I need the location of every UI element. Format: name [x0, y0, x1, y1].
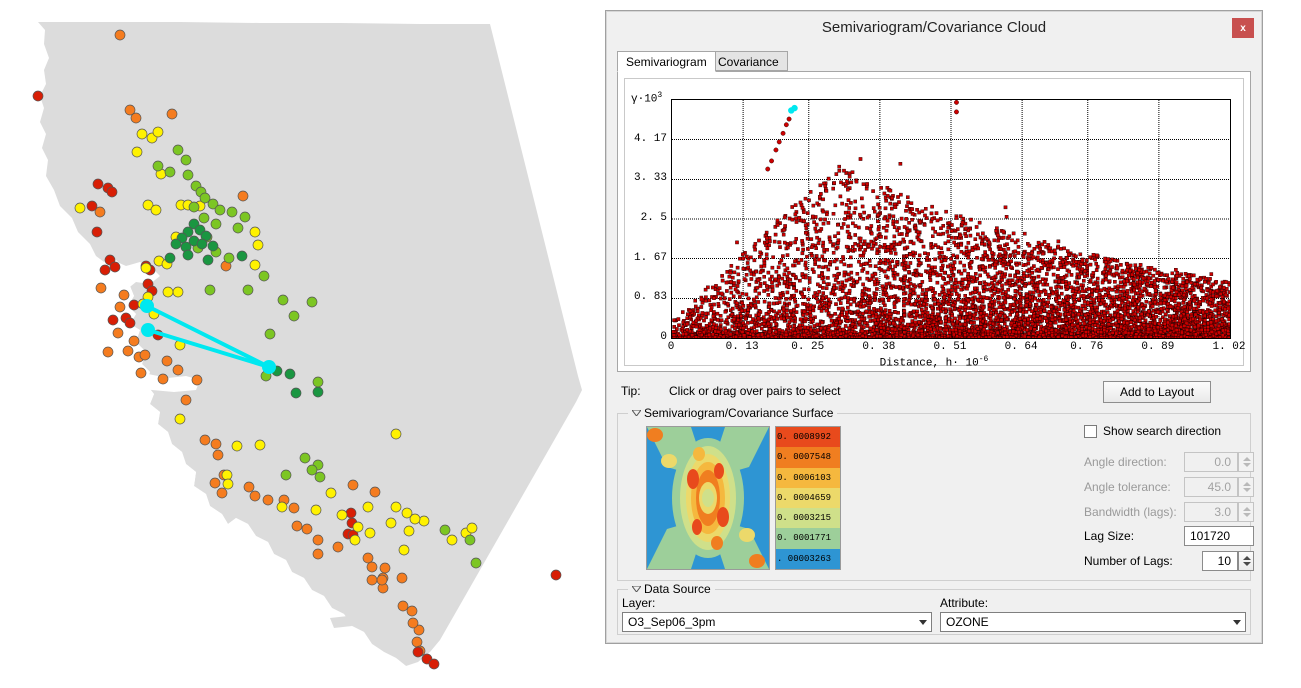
angle-direction-row: Angle direction: 0.0	[1084, 452, 1256, 472]
lag-size-row[interactable]: Lag Size: 101720	[1084, 526, 1256, 546]
lag-size-input[interactable]: 101720	[1184, 526, 1254, 546]
semivariogram-surface-image[interactable]	[646, 426, 770, 570]
legend-row: 0. 0007548	[776, 447, 840, 468]
tip-message: Click or drag over pairs to select	[669, 384, 841, 398]
attribute-select[interactable]: OZONE	[940, 612, 1246, 632]
bandwidth-row: Bandwidth (lags): 3.0	[1084, 502, 1256, 522]
surface-raster	[647, 427, 769, 569]
tab-semivariogram[interactable]: Semivariogram	[617, 51, 716, 72]
dialog-title: Semivariogram/Covariance Cloud	[821, 19, 1047, 36]
surface-group-label: Semivariogram/Covariance Surface	[644, 406, 834, 420]
dialog-titlebar: Semivariogram/Covariance Cloud x	[606, 11, 1262, 45]
bandwidth-field: 3.0	[1184, 502, 1238, 522]
tab-container: Semivariogram Covariance γ·103 0 0. 83 1. …	[617, 51, 1251, 373]
bandwidth-label: Bandwidth (lags):	[1084, 505, 1177, 519]
y-tick-label: 2. 5	[640, 212, 667, 224]
surface-group-title[interactable]: Semivariogram/Covariance Surface	[628, 405, 838, 420]
y-tick-label: 1. 67	[633, 251, 667, 264]
tip-label: Tip:	[621, 384, 641, 398]
tab-panel-semivariogram: γ·103 0 0. 83 1. 67 2. 5 3. 33 4. 17 0 0. 13 0.…	[617, 71, 1251, 372]
legend-row: 0. 0008992	[776, 427, 840, 448]
collapse-triangle-icon[interactable]	[631, 581, 642, 593]
layer-select-value: O3_Sep06_3pm	[628, 615, 716, 629]
chevron-down-icon[interactable]	[919, 620, 927, 625]
show-search-direction-row[interactable]: Show search direction	[1084, 424, 1221, 438]
semivariogram-scatter-plot[interactable]	[671, 99, 1231, 339]
legend-row: 0. 0003215	[776, 508, 840, 529]
island-4	[330, 616, 352, 628]
angle-tolerance-label: Angle tolerance:	[1084, 480, 1171, 494]
layer-label: Layer:	[622, 596, 656, 610]
x-tick-label: 0. 89	[1141, 341, 1175, 353]
legend-row: 0. 0004659	[776, 487, 840, 509]
x-axis-title: Distance, h· 10-6	[879, 355, 989, 370]
collapse-triangle-icon[interactable]	[631, 405, 642, 417]
y-tick-label: 4. 17	[633, 132, 667, 145]
data-source-group: Data Source Layer: O3_Sep06_3pm Attribut…	[617, 582, 1251, 635]
angle-tolerance-spinner	[1238, 477, 1254, 497]
angle-direction-spinner	[1238, 452, 1254, 472]
x-tick-label: 1. 02	[1212, 341, 1246, 353]
map-panel[interactable]	[0, 0, 600, 688]
x-tick-label: 0. 64	[1004, 341, 1038, 353]
legend-row: 0. 0006103	[776, 467, 840, 488]
lag-size-label: Lag Size:	[1084, 529, 1135, 543]
number-of-lags-label: Number of Lags:	[1084, 554, 1173, 568]
semivariogram-dialog: Semivariogram/Covariance Cloud x Semivar…	[605, 10, 1263, 644]
number-of-lags-spinner[interactable]	[1238, 551, 1254, 571]
number-of-lags-input[interactable]: 10	[1202, 551, 1238, 571]
y-tick-label: 0	[660, 331, 667, 343]
legend-row: 0. 0001771	[776, 528, 840, 549]
surface-group: Semivariogram/Covariance Surface 0. 0008…	[617, 406, 1254, 581]
y-tick-label: 3. 33	[633, 172, 667, 185]
y-tick-label: 0. 83	[633, 291, 667, 304]
x-tick-label: 0. 76	[1070, 341, 1104, 353]
add-to-layout-button[interactable]: Add to Layout	[1103, 381, 1211, 403]
angle-direction-label: Angle direction:	[1084, 455, 1167, 469]
show-search-direction-checkbox[interactable]	[1084, 424, 1097, 438]
legend-row: . 00003263	[776, 548, 840, 569]
angle-direction-field: 0.0	[1184, 452, 1238, 472]
data-source-group-label: Data Source	[644, 582, 711, 596]
close-icon[interactable]: x	[1232, 18, 1254, 38]
tip-row: Tip: Click or drag over pairs to select …	[617, 381, 1251, 405]
attribute-label: Attribute:	[940, 596, 989, 610]
x-tick-label: 0	[667, 341, 675, 353]
california-map[interactable]	[0, 0, 600, 688]
show-search-direction-label: Show search direction	[1103, 424, 1222, 438]
x-tick-label: 0. 13	[725, 341, 759, 353]
x-tick-label: 0. 38	[862, 341, 896, 353]
tab-covariance[interactable]: Covariance	[709, 51, 788, 71]
layer-select[interactable]: O3_Sep06_3pm	[622, 612, 932, 632]
number-of-lags-row[interactable]: Number of Lags: 10	[1084, 551, 1256, 571]
chart-container: γ·103 0 0. 83 1. 67 2. 5 3. 33 4. 17 0 0. 13 0.…	[624, 78, 1246, 370]
angle-tolerance-row: Angle tolerance: 45.0	[1084, 477, 1256, 497]
angle-tolerance-field: 45.0	[1184, 477, 1238, 497]
attribute-select-value: OZONE	[946, 615, 989, 629]
x-tick-label: 0. 25	[791, 341, 825, 353]
bandwidth-spinner	[1238, 502, 1254, 522]
data-source-group-title[interactable]: Data Source	[628, 582, 715, 596]
y-axis-title: γ·103	[631, 91, 663, 106]
chevron-down-icon[interactable]	[1233, 620, 1241, 625]
surface-legend: 0. 0008992 0. 0007548 0. 0006103 0. 0004659…	[775, 426, 841, 570]
x-tick-label: 0. 51	[933, 341, 967, 353]
